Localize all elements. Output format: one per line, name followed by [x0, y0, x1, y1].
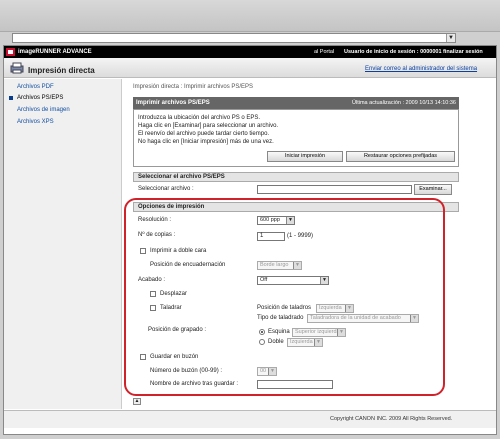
breadcrumb: Impresión directa : Imprimir archivos PS…	[133, 84, 254, 90]
address-dropdown-button[interactable]: ▼	[446, 34, 455, 42]
sidebar	[4, 79, 122, 409]
brand-name: imageRUNNER ADVANCE	[18, 49, 92, 55]
select-file-label: Seleccionar archivo :	[138, 186, 194, 192]
active-bullet-icon	[9, 96, 13, 100]
select-file-section: Seleccionar el archivo PS/EPS	[133, 172, 459, 182]
start-print-button[interactable]: Iniciar impresión	[267, 151, 343, 162]
instruction-line: Introduzca la ubicación del archivo PS o…	[138, 115, 261, 121]
sidebar-item-xps[interactable]: Archivos XPS	[17, 119, 54, 125]
browse-button[interactable]: Examinar...	[414, 184, 452, 195]
instruction-line: El reenvío del archivo puede tardar cier…	[138, 131, 270, 137]
panel-header: Imprimir archivos PS/EPS Última actualiz…	[133, 97, 459, 109]
copyright: Copyright CANON INC. 2009 All Rights Res…	[330, 416, 453, 422]
restore-defaults-button[interactable]: Restaurar opciones prefijadas	[346, 151, 455, 162]
canon-logo-icon	[6, 48, 15, 56]
sidebar-item-images[interactable]: Archivos de imagen	[17, 107, 70, 113]
instruction-line: Haga clic en [Examinar] para seleccionar…	[138, 123, 279, 129]
sidebar-item-pdf[interactable]: Archivos PDF	[17, 84, 54, 90]
portal-link[interactable]: al Portal	[314, 49, 334, 55]
highlight-outline	[124, 198, 445, 396]
printer-icon	[10, 62, 24, 74]
browser-toolbar	[0, 0, 500, 32]
brand-bar: imageRUNNER ADVANCE al Portal Usuario de…	[4, 46, 496, 58]
file-path-input[interactable]	[257, 185, 412, 194]
address-bar[interactable]	[12, 33, 456, 43]
page-title: Impresión directa	[28, 66, 95, 75]
instruction-line: No haga clic en [Iniciar impresión] más …	[138, 139, 274, 145]
last-update: Última actualización : 2009 10/13 14:10:…	[352, 100, 456, 106]
send-admin-link[interactable]: Enviar correo al administrador del siste…	[365, 66, 477, 72]
sidebar-item-ps-eps[interactable]: Archivos PS/EPS	[17, 95, 63, 101]
user-info[interactable]: Usuario de inicio de sesión : 0000001 fi…	[344, 49, 483, 55]
panel-title: Imprimir archivos PS/EPS	[136, 100, 210, 106]
top-arrow-icon[interactable]: ▲	[133, 398, 141, 405]
